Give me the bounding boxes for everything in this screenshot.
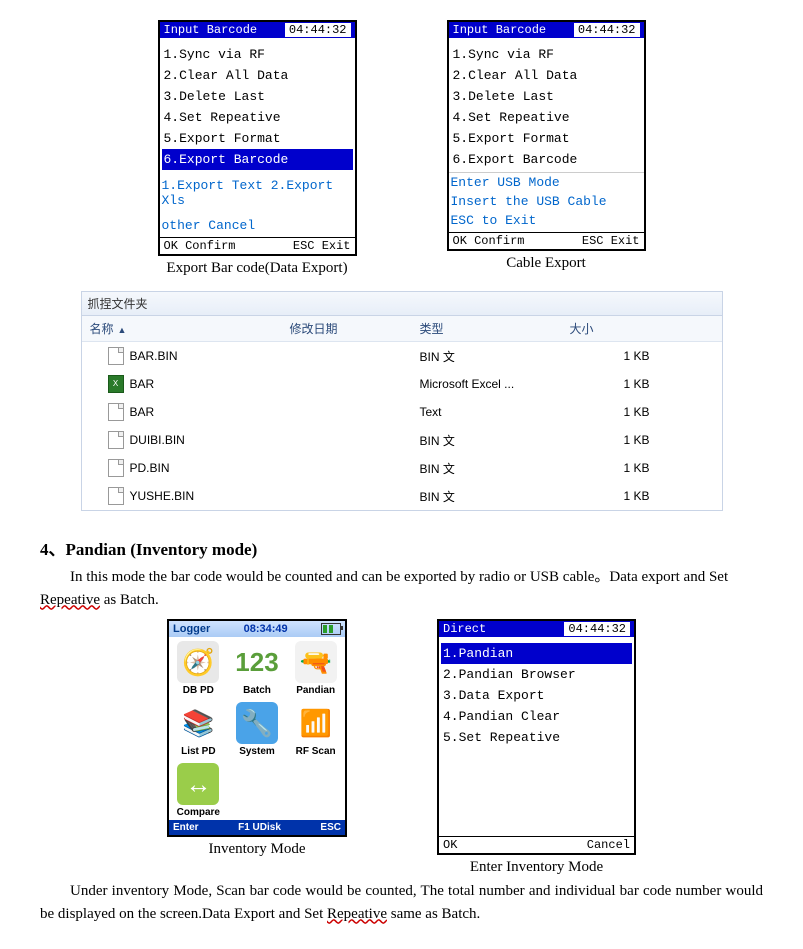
section-p2: Under inventory Mode, Scan bar code woul… <box>40 880 763 925</box>
screen-title: Direct <box>443 622 486 636</box>
section-heading: 4、Pandian (Inventory mode) <box>40 535 763 560</box>
clock: 04:44:32 <box>285 23 351 37</box>
ok-confirm[interactable]: OK Confirm <box>164 239 236 253</box>
file-icon <box>108 487 124 505</box>
file-row[interactable]: BAR.BINBIN 文1 KB <box>82 342 722 370</box>
menu-item[interactable]: 1.Sync via RF <box>162 44 353 65</box>
excel-icon: X <box>108 375 124 393</box>
logger-screen: Logger 08:34:49 🧭DB PD123Batch🔫Pandian 📚L… <box>167 619 347 837</box>
screen-export-barcode: Input Barcode 04:44:32 1.Sync via RF2.Cl… <box>158 20 357 256</box>
clock: 04:44:32 <box>574 23 640 37</box>
menu-item[interactable]: 2.Clear All Data <box>162 65 353 86</box>
app-icon-rfscan[interactable]: 📶RF Scan <box>286 698 345 759</box>
caption-export: Export Bar code(Data Export) <box>158 260 357 277</box>
menu-item[interactable]: 5.Set Repeative <box>441 727 632 748</box>
caption-cable: Cable Export <box>447 255 646 272</box>
file-row[interactable]: PD.BINBIN 文1 KB <box>82 454 722 482</box>
file-icon <box>108 347 124 365</box>
clock: 04:44:32 <box>564 622 630 636</box>
logger-enter[interactable]: Enter <box>173 822 199 833</box>
menu-item[interactable]: 3.Delete Last <box>451 86 642 107</box>
screen-direct: Direct 04:44:32 1.Pandian2.Pandian Brows… <box>437 619 636 855</box>
menu-item[interactable]: 4.Set Repeative <box>451 107 642 128</box>
logger-udisk[interactable]: F1 UDisk <box>238 822 281 833</box>
menu-item[interactable]: 3.Data Export <box>441 685 632 706</box>
sub-cancel[interactable]: other Cancel <box>160 216 355 235</box>
app-icon-compare[interactable]: ↔Compare <box>169 759 228 820</box>
file-row[interactable]: YUSHE.BINBIN 文1 KB <box>82 482 722 510</box>
app-glyph-icon: 123 <box>236 641 278 683</box>
menu-item[interactable]: 6.Export Barcode <box>162 149 353 170</box>
app-icon-batch[interactable]: 123Batch <box>228 637 287 698</box>
logger-title: Logger <box>173 623 210 635</box>
menu-item[interactable]: 6.Export Barcode <box>451 149 642 170</box>
app-icon-listpd[interactable]: 📚List PD <box>169 698 228 759</box>
file-top: 抓捏文件夹 <box>82 292 722 316</box>
menu-item[interactable]: 5.Export Format <box>162 128 353 149</box>
file-row[interactable]: BARText1 KB <box>82 398 722 426</box>
app-icon-dbpd[interactable]: 🧭DB PD <box>169 637 228 698</box>
menu-item[interactable]: 5.Export Format <box>451 128 642 149</box>
section-p1: In this mode the bar code would be count… <box>40 566 763 611</box>
logger-time: 08:34:49 <box>244 623 288 635</box>
screen-title: Input Barcode <box>453 23 547 37</box>
menu-item[interactable]: 1.Sync via RF <box>451 44 642 65</box>
menu-item[interactable]: 4.Set Repeative <box>162 107 353 128</box>
cancel-button[interactable]: Cancel <box>587 838 630 852</box>
caption-logger: Inventory Mode <box>167 841 347 858</box>
ok-confirm[interactable]: OK Confirm <box>453 234 525 248</box>
app-icon-system[interactable]: 🔧System <box>228 698 287 759</box>
file-explorer: 抓捏文件夹 名称▲ 修改日期 类型 大小 BAR.BINBIN 文1 KBXBA… <box>81 291 723 511</box>
usb-msg2: Insert the USB Cable <box>449 192 644 211</box>
ok-button[interactable]: OK <box>443 838 457 852</box>
app-glyph-icon: 📚 <box>177 702 219 744</box>
app-glyph-icon: 🔫 <box>295 641 337 683</box>
app-glyph-icon: 📶 <box>295 702 337 744</box>
file-icon <box>108 431 124 449</box>
sub-option[interactable]: 1.Export Text 2.Export Xls <box>160 176 355 210</box>
app-glyph-icon: 🔧 <box>236 702 278 744</box>
menu-item[interactable]: 2.Pandian Browser <box>441 664 632 685</box>
usb-msg1: Enter USB Mode <box>449 173 644 192</box>
esc-exit[interactable]: ESC Exit <box>293 239 351 253</box>
battery-icon <box>321 623 341 635</box>
esc-exit[interactable]: ESC Exit <box>582 234 640 248</box>
usb-msg3: ESC to Exit <box>449 211 644 230</box>
screen-title: Input Barcode <box>164 23 258 37</box>
file-icon <box>108 403 124 421</box>
app-glyph-icon: 🧭 <box>177 641 219 683</box>
file-header[interactable]: 名称▲ 修改日期 类型 大小 <box>82 316 722 342</box>
menu-item[interactable]: 1.Pandian <box>441 643 632 664</box>
app-glyph-icon: ↔ <box>177 763 219 805</box>
sort-icon: ▲ <box>118 325 127 335</box>
caption-direct: Enter Inventory Mode <box>437 859 636 876</box>
file-row[interactable]: DUIBI.BINBIN 文1 KB <box>82 426 722 454</box>
menu-item[interactable]: 3.Delete Last <box>162 86 353 107</box>
menu-item[interactable]: 4.Pandian Clear <box>441 706 632 727</box>
file-icon <box>108 459 124 477</box>
logger-esc[interactable]: ESC <box>320 822 341 833</box>
menu-item[interactable]: 2.Clear All Data <box>451 65 642 86</box>
screen-cable-export: Input Barcode 04:44:32 1.Sync via RF2.Cl… <box>447 20 646 251</box>
app-icon-pandian[interactable]: 🔫Pandian <box>286 637 345 698</box>
file-row[interactable]: XBARMicrosoft Excel ...1 KB <box>82 370 722 398</box>
